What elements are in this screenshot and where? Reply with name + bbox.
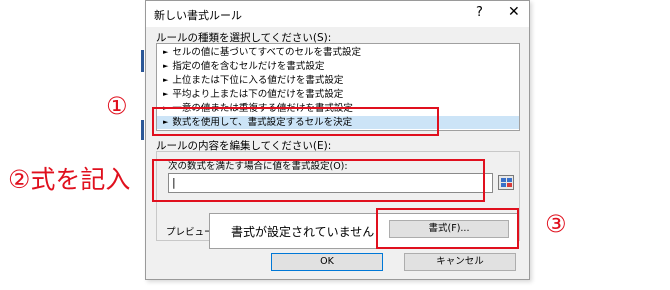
preview-text: 書式が設定されていません — [231, 225, 375, 239]
range-select-icon[interactable] — [498, 175, 514, 190]
rule-type-item-label: 平均より上または下の値だけを書式設定 — [172, 89, 344, 100]
rule-type-item[interactable]: ► 上位または下位に入る値だけを書式設定 — [157, 74, 519, 87]
rule-type-item-label: セルの値に基づいてすべてのセルを書式設定 — [172, 47, 362, 58]
step1-annotation: ① — [106, 92, 128, 120]
bullet-arrow-icon: ► — [163, 76, 169, 84]
title-bar: 新しい書式ルール ? ✕ — [146, 1, 529, 27]
rule-type-item-label: 指定の値を含むセルだけを書式設定 — [172, 61, 325, 72]
rule-type-item[interactable]: ► 平均より上または下の値だけを書式設定 — [157, 88, 519, 101]
ok-button[interactable]: OK — [271, 253, 383, 271]
dialog-title: 新しい書式ルール — [154, 9, 242, 22]
close-icon[interactable]: ✕ — [508, 4, 520, 20]
bullet-arrow-icon: ► — [163, 48, 169, 56]
step2-annotation: ②式を記入 — [8, 165, 131, 194]
sheet-edge-line — [141, 50, 144, 72]
sheet-edge-line — [141, 120, 144, 140]
rule-type-item[interactable]: ► セルの値に基づいてすべてのセルを書式設定 — [157, 46, 519, 59]
highlight-box-step1 — [152, 107, 439, 136]
background-strip — [0, 0, 145, 290]
step3-annotation: ③ — [545, 210, 567, 238]
cancel-button[interactable]: キャンセル — [404, 253, 516, 271]
bullet-arrow-icon: ► — [163, 62, 169, 70]
highlight-box-step3 — [376, 208, 519, 249]
help-button[interactable]: ? — [476, 5, 483, 20]
highlight-box-step2 — [152, 159, 485, 202]
rule-type-item[interactable]: ► 指定の値を含むセルだけを書式設定 — [157, 60, 519, 73]
bullet-arrow-icon: ► — [163, 90, 169, 98]
rule-type-item-label: 上位または下位に入る値だけを書式設定 — [172, 75, 344, 86]
